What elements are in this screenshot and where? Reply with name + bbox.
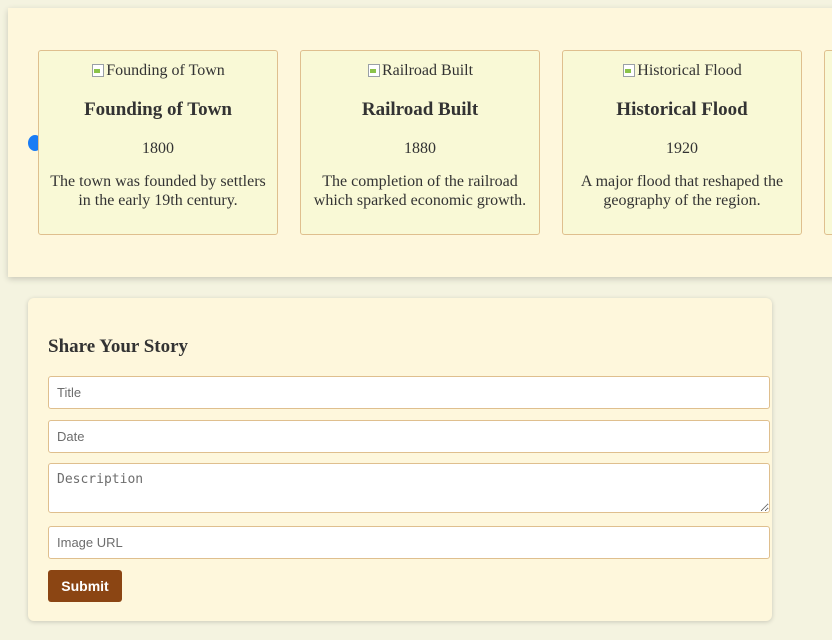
event-image: Historical Flood <box>563 61 801 81</box>
story-image-url-input[interactable] <box>48 526 770 559</box>
event-title: Historical Flood <box>616 99 748 120</box>
form-heading: Share Your Story <box>48 336 189 357</box>
timeline-event-card[interactable]: Historical Flood Historical Flood 1920 A… <box>562 50 802 235</box>
broken-image-icon <box>622 63 636 77</box>
event-title: Railroad Built <box>361 99 479 120</box>
timeline-panel[interactable]: Founding of Town Founding of Town 1800 T… <box>8 8 832 277</box>
story-title-input[interactable] <box>48 376 770 409</box>
broken-image-icon <box>367 63 381 77</box>
event-description: A major flood that reshaped the geograph… <box>580 173 784 209</box>
timeline-event-card-partial[interactable] <box>824 50 832 235</box>
event-description: The town was founded by settlers in the … <box>50 173 266 209</box>
event-image-alt: Railroad Built <box>381 62 474 79</box>
story-description-textarea[interactable] <box>48 463 770 513</box>
story-date-input[interactable] <box>48 420 770 453</box>
event-image: Railroad Built <box>301 61 539 81</box>
event-year: 1920 <box>666 140 698 157</box>
event-image-alt: Founding of Town <box>106 62 225 79</box>
event-year: 1800 <box>142 140 174 157</box>
event-image: Founding of Town <box>39 61 277 81</box>
event-year: 1880 <box>404 140 436 157</box>
event-title: Founding of Town <box>84 99 232 120</box>
event-description: The completion of the railroad which spa… <box>313 173 527 209</box>
timeline-event-card[interactable]: Founding of Town Founding of Town 1800 T… <box>38 50 278 235</box>
timeline-event-card[interactable]: Railroad Built Railroad Built 1880 The c… <box>300 50 540 235</box>
broken-image-icon <box>91 63 105 77</box>
share-story-form: Share Your Story Submit <box>28 298 772 621</box>
event-image-alt: Historical Flood <box>637 62 742 79</box>
submit-button[interactable]: Submit <box>48 570 122 602</box>
